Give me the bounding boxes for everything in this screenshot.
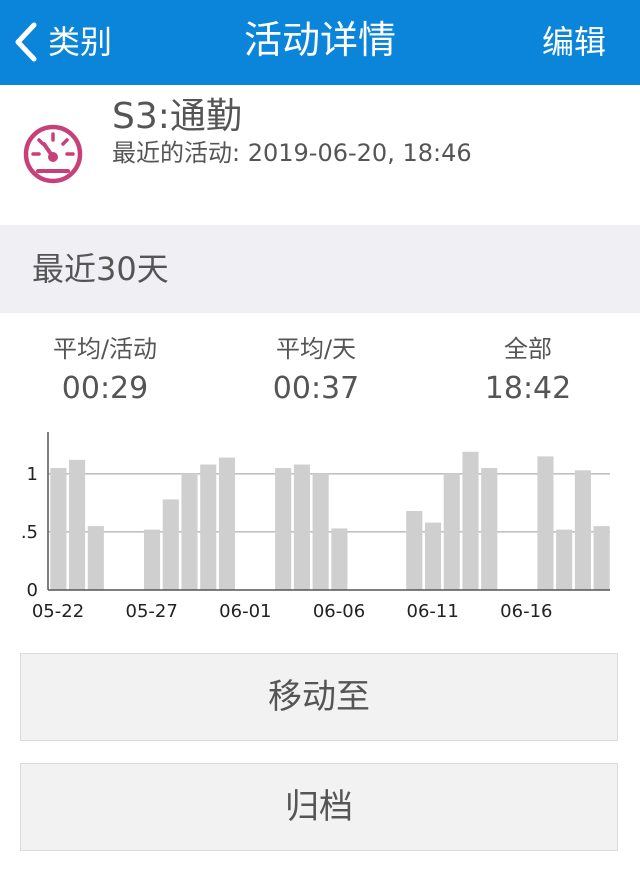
edit-button[interactable]: 编辑 [542, 18, 606, 66]
stat-avg-per-activity: 平均/活动 00:29 [5, 332, 205, 410]
x-tick-label: 06-16 [500, 601, 552, 622]
activity-header: S3:通勤 最近的活动: 2019-06-20, 18:46 [0, 85, 640, 225]
x-tick-label: 06-01 [219, 601, 271, 622]
archive-button[interactable]: 归档 [20, 763, 618, 851]
chart-bar [181, 473, 198, 590]
chart-bar [275, 468, 292, 590]
chart-bar [537, 456, 554, 590]
chart-bar [574, 470, 591, 590]
stat-label: 平均/活动 [52, 335, 158, 363]
chart-bar [312, 473, 329, 590]
chart-bar [593, 526, 610, 590]
x-tick-label: 05-27 [126, 601, 178, 622]
y-tick-label: .5 [21, 522, 38, 543]
chart-bar [50, 468, 67, 590]
chart-bar [69, 459, 86, 590]
chart-bar [443, 473, 460, 590]
stat-total: 全部 18:42 [428, 332, 628, 410]
stat-value: 00:37 [272, 371, 360, 406]
stat-value: 00:29 [61, 371, 149, 406]
activity-bar-chart: 0 .5 1 05-22 05-27 06-01 06-06 06-11 06-16 [21, 432, 610, 622]
recent-activity-text: 最近的活动: 2019-06-20, 18:46 [112, 139, 472, 167]
back-button-label: 类别 [48, 23, 113, 61]
chart-bar [406, 511, 423, 590]
x-tick-label: 06-11 [407, 601, 459, 622]
chart-bar [424, 522, 442, 590]
chevron-left-icon [15, 22, 37, 62]
section-header: 最近30天 [0, 225, 640, 313]
activity-name: S3:通勤 [112, 96, 242, 137]
y-tick-label: 1 [27, 464, 38, 485]
stat-avg-per-day: 平均/天 00:37 [216, 332, 416, 410]
nav-bar: 类别 活动详情 编辑 [0, 0, 640, 85]
chart-bar [481, 468, 498, 590]
chart-bar [462, 451, 479, 590]
y-tick-label: 0 [27, 580, 38, 601]
stat-label: 平均/天 [275, 335, 357, 363]
chart-bar [162, 499, 179, 590]
chart-bar [293, 464, 310, 590]
section-title: 最近30天 [32, 250, 169, 288]
x-tick-label: 05-22 [32, 601, 84, 622]
x-tick-label: 06-06 [313, 601, 365, 622]
chart-bar [218, 457, 236, 590]
move-to-button[interactable]: 移动至 [20, 653, 618, 741]
chart-bar [556, 529, 573, 590]
chart-bar [200, 464, 217, 590]
stat-value: 18:42 [484, 371, 572, 406]
chart-bar [87, 526, 104, 590]
speedometer-icon [23, 124, 83, 184]
chart-bar [143, 529, 161, 590]
back-button[interactable]: 类别 [14, 18, 112, 66]
chart-bar [331, 528, 348, 590]
stat-label: 全部 [504, 335, 552, 363]
